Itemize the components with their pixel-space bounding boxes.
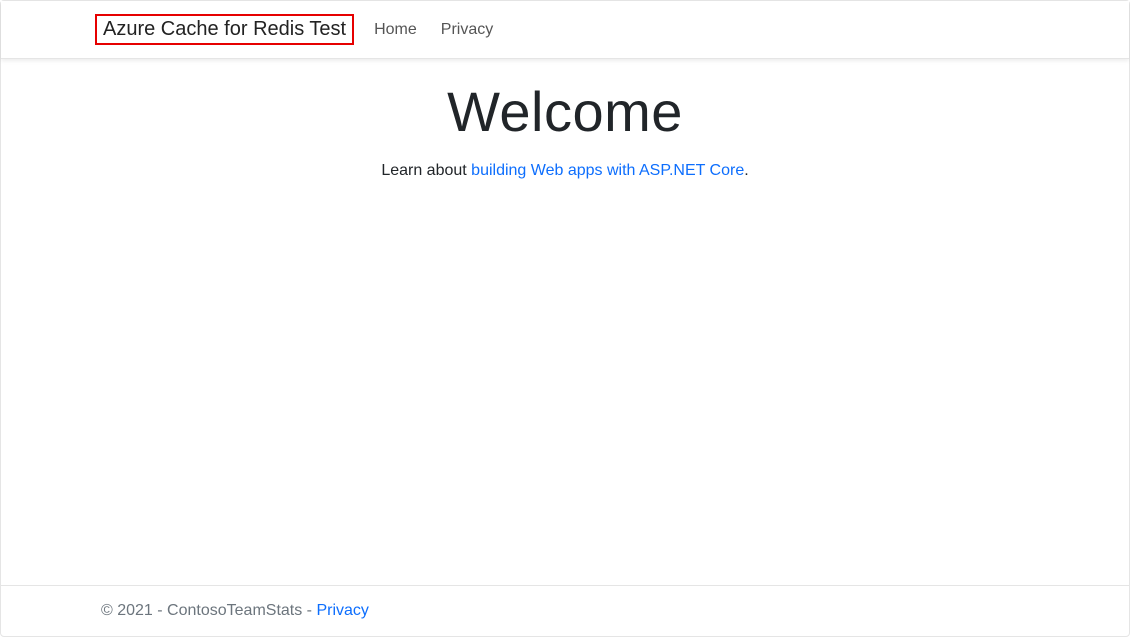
page-title: Welcome xyxy=(447,79,683,144)
top-nav: Azure Cache for Redis Test Home Privacy xyxy=(1,1,1129,59)
footer-privacy-link[interactable]: Privacy xyxy=(316,602,368,619)
main-content: Welcome Learn about building Web apps wi… xyxy=(1,59,1129,585)
brand-link[interactable]: Azure Cache for Redis Test xyxy=(103,18,346,40)
nav-container: Azure Cache for Redis Test Home Privacy xyxy=(1,1,1129,58)
nav-link-privacy[interactable]: Privacy xyxy=(437,21,497,39)
nav-link-home[interactable]: Home xyxy=(370,21,421,39)
lead-link[interactable]: building Web apps with ASP.NET Core xyxy=(471,162,744,179)
footer-copyright: © 2021 - ContosoTeamStats - xyxy=(101,602,316,619)
footer: © 2021 - ContosoTeamStats - Privacy xyxy=(1,585,1129,636)
lead-suffix: . xyxy=(744,162,748,179)
brand-highlight-box: Azure Cache for Redis Test xyxy=(95,14,354,45)
lead-text: Learn about building Web apps with ASP.N… xyxy=(381,162,748,180)
lead-prefix: Learn about xyxy=(381,162,471,179)
